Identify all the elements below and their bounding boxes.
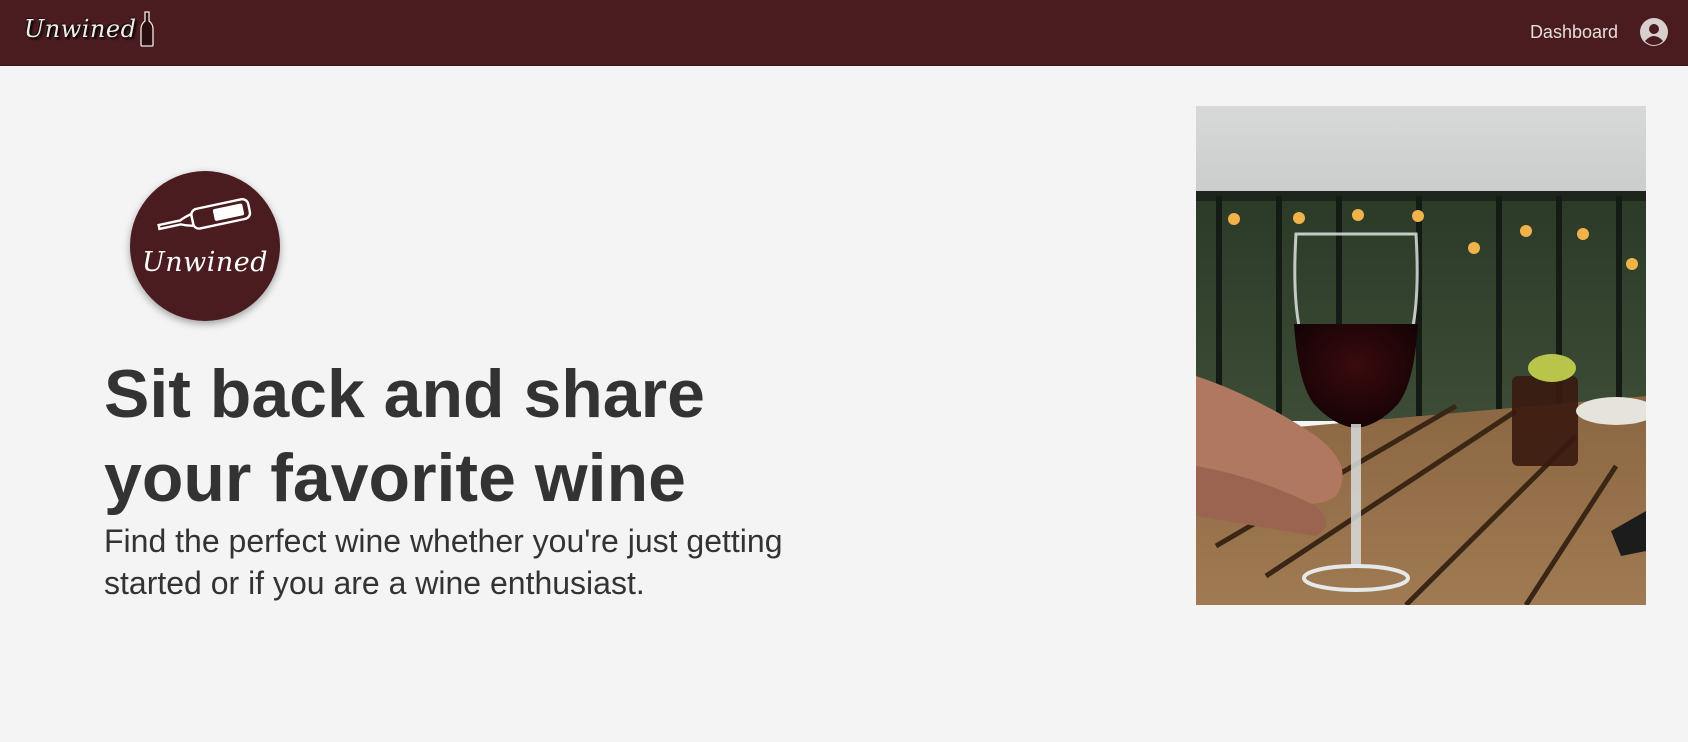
user-circle-icon[interactable]: [1640, 18, 1668, 46]
dashboard-link[interactable]: Dashboard: [1530, 16, 1618, 48]
hero-photo-wine-glass: [1196, 106, 1646, 605]
wine-glass-image: [1196, 106, 1646, 605]
hero-logo: Unwined: [130, 171, 280, 321]
hero-logo-wordmark: Unwined: [141, 247, 269, 278]
hero-subline: Find the perfect wine whether you're jus…: [104, 523, 783, 601]
brand-logo-link[interactable]: Unwined: [24, 10, 155, 48]
brand-wordmark: Unwined: [24, 15, 137, 43]
wine-bottle-icon: [140, 11, 155, 47]
wine-bottle-icon: [157, 197, 252, 231]
top-navbar: Unwined Dashboard: [0, 0, 1688, 66]
hero-headline: Sit back and share your favorite wine: [104, 356, 705, 516]
nav-right: Dashboard: [1530, 16, 1668, 48]
